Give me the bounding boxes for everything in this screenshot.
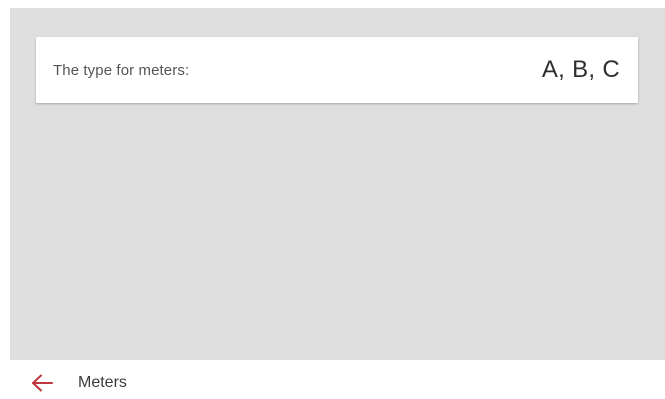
back-button[interactable] bbox=[29, 372, 55, 394]
arrow-left-icon bbox=[31, 374, 53, 392]
screen: The type for meters: A, B, C Meters bbox=[0, 0, 665, 399]
page-title: Meters bbox=[78, 374, 127, 391]
meter-type-value: A, B, C bbox=[541, 56, 620, 83]
bottom-bar: Meters bbox=[0, 360, 665, 399]
meter-type-card: The type for meters: A, B, C bbox=[36, 37, 638, 103]
meter-type-label: The type for meters: bbox=[53, 61, 190, 79]
content-area: The type for meters: A, B, C bbox=[10, 8, 665, 360]
